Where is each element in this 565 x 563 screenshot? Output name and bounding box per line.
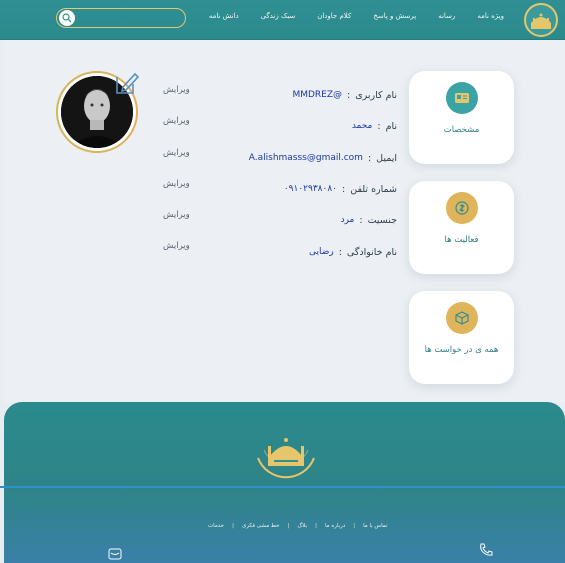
footer-separator: | bbox=[232, 523, 234, 529]
field-email: ایمیل : A.alishmasss@gmail.com bbox=[249, 151, 397, 165]
main-nav: دانش نامه سبک زندگی کلام جاودان پرسش و پ… bbox=[198, 12, 515, 20]
site-header: دانش نامه سبک زندگی کلام جاودان پرسش و پ… bbox=[0, 0, 565, 40]
id-card-icon bbox=[445, 82, 478, 114]
footer-logo-icon bbox=[257, 438, 315, 479]
field-username: نام کاربری : @MMDREZ bbox=[292, 88, 397, 102]
field-colon: : bbox=[359, 214, 363, 226]
field-last-name: نام خانوادگی : رضایی bbox=[309, 245, 397, 259]
edit-username-link[interactable]: ویرایش bbox=[163, 85, 190, 95]
activity-icon bbox=[445, 192, 478, 224]
sidebar-card-requests[interactable]: همه ی در خواست ها bbox=[409, 291, 514, 384]
field-label: جنسیت bbox=[367, 214, 397, 226]
search-box bbox=[56, 8, 186, 28]
field-label: نام کاربری bbox=[355, 89, 397, 101]
field-label: نام bbox=[385, 120, 397, 132]
edit-last-name-link[interactable]: ویرایش bbox=[163, 241, 190, 251]
edit-first-name-link[interactable]: ویرایش bbox=[163, 116, 190, 126]
footer-separator: | bbox=[315, 523, 317, 529]
field-colon: : bbox=[377, 120, 381, 132]
field-value: مرد bbox=[340, 215, 355, 225]
field-colon: : bbox=[342, 183, 346, 195]
footer-link-policy[interactable]: خط مشی فکری bbox=[238, 523, 284, 529]
field-label: ایمیل bbox=[376, 152, 397, 164]
footer-link-contact[interactable]: تماس با ما bbox=[359, 523, 391, 529]
field-value: رضایی bbox=[308, 247, 334, 257]
edit-phone-link[interactable]: ویرایش bbox=[163, 179, 190, 189]
edit-gender-link[interactable]: ویرایش bbox=[163, 210, 190, 220]
field-colon: : bbox=[338, 246, 342, 258]
box-icon bbox=[445, 302, 478, 334]
footer-divider bbox=[0, 486, 565, 488]
search-icon[interactable] bbox=[59, 10, 75, 26]
field-colon: : bbox=[347, 89, 351, 101]
field-value: ۰۹۱۰۲۹۳۸۰۸۰ bbox=[283, 184, 338, 194]
mosque-logo-icon bbox=[531, 13, 551, 29]
nav-item-special[interactable]: ویژه نامه bbox=[466, 12, 515, 20]
mail-icon[interactable] bbox=[108, 548, 122, 560]
footer-link-services[interactable]: خدمات bbox=[204, 523, 228, 529]
phone-icon[interactable] bbox=[478, 542, 494, 558]
field-value: @MMDREZ bbox=[292, 90, 343, 100]
field-label: نام خانوادگی bbox=[346, 246, 397, 258]
search-input[interactable] bbox=[77, 11, 181, 25]
field-phone: شماره تلفن : ۰۹۱۰۲۹۳۸۰۸۰ bbox=[284, 182, 397, 196]
footer-link-blog[interactable]: بلاگ bbox=[293, 523, 311, 529]
footer-separator: | bbox=[353, 523, 356, 529]
nav-item-lifestyle[interactable]: سبک زندگی bbox=[250, 12, 307, 20]
field-value: A.alishmasss@gmail.com bbox=[248, 153, 363, 163]
nav-item-qa[interactable]: پرسش و پاسخ bbox=[362, 12, 427, 20]
edit-email-link[interactable]: ویرایش bbox=[163, 148, 190, 158]
field-label: شماره تلفن bbox=[350, 183, 397, 195]
sidebar-card-profile[interactable]: مشخصات bbox=[409, 71, 514, 164]
sidebar-card-label: همه ی در خواست ها bbox=[424, 345, 499, 355]
footer-link-about[interactable]: درباره ما bbox=[321, 523, 349, 529]
sidebar-card-label: مشخصات bbox=[443, 125, 480, 135]
nav-item-eternal-word[interactable]: کلام جاودان bbox=[306, 12, 362, 20]
field-gender: جنسیت : مرد bbox=[341, 213, 397, 227]
field-colon: : bbox=[367, 152, 372, 164]
field-value: محمد bbox=[351, 121, 373, 131]
edit-avatar-icon[interactable] bbox=[113, 69, 141, 97]
field-first-name: نام : محمد bbox=[352, 119, 397, 133]
nav-item-encyclopedia[interactable]: دانش نامه bbox=[198, 12, 250, 20]
site-footer: خدمات | خط مشی فکری | بلاگ | درباره ما |… bbox=[0, 402, 565, 563]
sidebar-card-activities[interactable]: فعالیت ها bbox=[409, 181, 514, 274]
footer-links: خدمات | خط مشی فکری | بلاگ | درباره ما |… bbox=[204, 523, 392, 529]
footer-separator: | bbox=[287, 523, 290, 529]
sidebar-card-label: فعالیت ها bbox=[444, 235, 479, 245]
site-logo[interactable] bbox=[524, 3, 558, 37]
nav-item-media[interactable]: رسانه bbox=[427, 12, 466, 20]
